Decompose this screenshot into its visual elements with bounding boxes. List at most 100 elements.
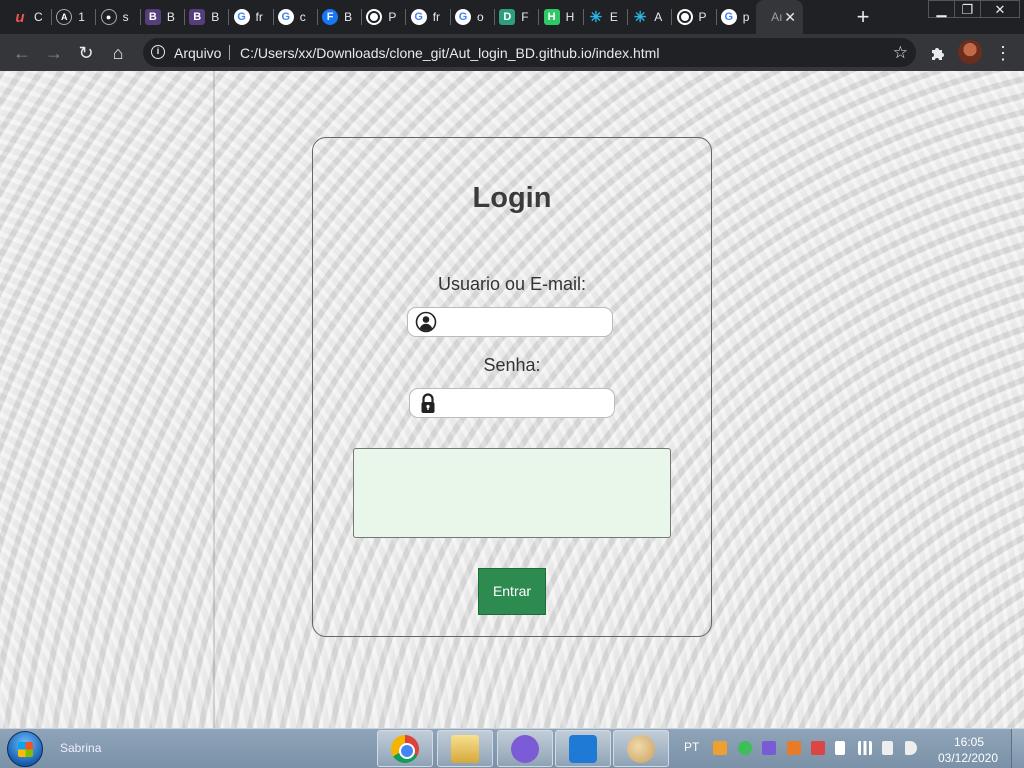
google-icon: G [720,9,737,25]
background-seam [213,71,215,728]
start-button[interactable] [7,731,43,767]
password-field[interactable] [409,388,615,418]
browser-tab[interactable]: BB [136,0,185,34]
new-tab-button[interactable]: + [851,5,875,29]
browser-tab[interactable]: FB [313,0,363,34]
taskbar-vscode-button[interactable] [555,730,611,767]
taskbar-paint-button[interactable] [613,730,669,767]
login-button[interactable]: Entrar [478,568,546,615]
arrow-right-icon: → [45,42,63,63]
reload-button[interactable]: ↻ [72,39,100,67]
tray-app2-icon[interactable] [762,741,776,755]
tab-title: s [122,10,129,24]
network-icon[interactable] [858,741,872,755]
browser-tab[interactable]: Gc [269,0,318,34]
tab-active[interactable]: Aı ✕ [756,0,804,34]
action-center-flag-icon[interactable] [835,741,845,755]
tab-title: H [565,10,575,24]
browser-menu-button[interactable]: ⋮ [989,39,1017,67]
tab-title: B [344,10,353,24]
snowflake-icon: ✳ [589,9,603,26]
devdocs-icon: D [499,9,516,25]
tray-app-icon[interactable] [713,741,727,755]
url-text[interactable]: C:/Users/xx/Downloads/clone_git/Aut_logi… [240,45,659,61]
tray-app3-icon[interactable] [787,741,801,755]
browser-tab[interactable]: DF [490,0,540,34]
battery-icon[interactable] [882,741,893,755]
browser-tab-strip: u C A 1 ● s B B B B Gfr Gc F B P Gfr Go D F H H ✳ E ✳ A P Gp Aı ✕ + … [0,0,1024,34]
hackerrank-icon: H [543,9,560,25]
taskbar-explorer-button[interactable] [437,730,493,767]
chrome-icon [391,734,419,763]
tab-title: B [166,10,175,24]
taskbar-gitkraken-button[interactable] [497,730,553,767]
browser-tab[interactable]: Gfr [402,0,451,34]
bootstrap-icon: B [144,9,161,25]
tab-title: P [698,10,707,24]
browser-tab[interactable]: ✳ A [623,0,673,34]
tab-title: E [609,10,618,24]
browser-tab[interactable]: Go [446,0,495,34]
username-field[interactable] [407,307,613,337]
tab-title: B [211,10,220,24]
message-box [353,448,671,538]
home-icon: ⌂ [112,42,124,63]
username-input[interactable] [442,311,606,333]
maximize-button[interactable]: ❐ [954,0,980,18]
security-label: Arquivo [174,45,222,61]
tray-sync-icon[interactable] [738,741,752,755]
tab-title: A [654,10,663,24]
browser-tab[interactable]: HH [535,0,584,34]
browser-toolbar: ← → ↻ ⌂ i Arquivo C:/Users/xx/Downloads/… [0,34,1024,71]
show-desktop-button[interactable] [1011,729,1024,768]
browser-tab[interactable]: Gfr [225,0,274,34]
extensions-button[interactable] [924,39,952,67]
browser-tab[interactable]: BB [180,0,230,34]
browser-tab[interactable]: uC [3,0,52,34]
browser-tab[interactable]: P [668,0,717,34]
browser-tab[interactable]: P [357,0,407,34]
home-button[interactable]: ⌂ [104,39,132,67]
clock-date[interactable]: 03/12/2020 [935,751,1001,765]
bookmark-star-icon[interactable]: ☆ [893,43,908,63]
google-icon: G [233,9,250,25]
minimize-button[interactable]: ▁ [928,0,954,18]
browser-tab[interactable]: A1 [47,0,97,34]
password-input[interactable] [444,392,608,414]
snowflake-icon: ✳ [633,9,647,26]
volume-icon[interactable] [905,741,917,755]
username-label: Usuario ou E-mail: [437,274,587,294]
vscode-icon [569,734,597,763]
reload-icon: ↻ [78,42,94,63]
close-tab-icon[interactable]: ✕ [782,9,798,25]
google-icon: G [455,9,471,25]
paint-icon [627,734,655,763]
github-icon: ● [100,9,117,25]
back-button[interactable]: ← [8,39,36,67]
google-icon: G [277,9,294,25]
facebook-icon: F [322,9,339,25]
tab-title: fr [432,10,441,24]
page-viewport: Login Usuario ou E-mail: Senha: Entrar [0,71,1024,728]
arrow-left-icon: ← [13,42,31,63]
browser-tab[interactable]: ✳ E [579,0,628,34]
udemy-icon: u [15,8,25,26]
user-icon [415,311,437,333]
address-bar[interactable]: i Arquivo C:/Users/xx/Downloads/clone_gi… [143,38,916,67]
clock-time[interactable]: 16:05 [942,735,996,749]
bootstrap-icon: B [189,9,206,25]
tab-title: p [742,10,750,24]
taskbar-chrome-button[interactable] [377,730,433,767]
browser-tab[interactable]: Gp [712,0,761,34]
info-icon[interactable]: i [151,45,165,59]
tab-title: fr [255,10,263,24]
google-icon: G [410,9,427,25]
tray-app4-icon[interactable] [811,741,825,755]
forward-button[interactable]: → [40,39,68,67]
profile-avatar[interactable] [958,40,982,64]
login-form: Login Usuario ou E-mail: Senha: Entrar [312,137,712,637]
tab-title: c [299,10,306,24]
language-indicator[interactable]: PT [684,740,699,754]
browser-tab[interactable]: ● s [92,0,141,34]
close-window-button[interactable]: ✕ [980,0,1020,18]
